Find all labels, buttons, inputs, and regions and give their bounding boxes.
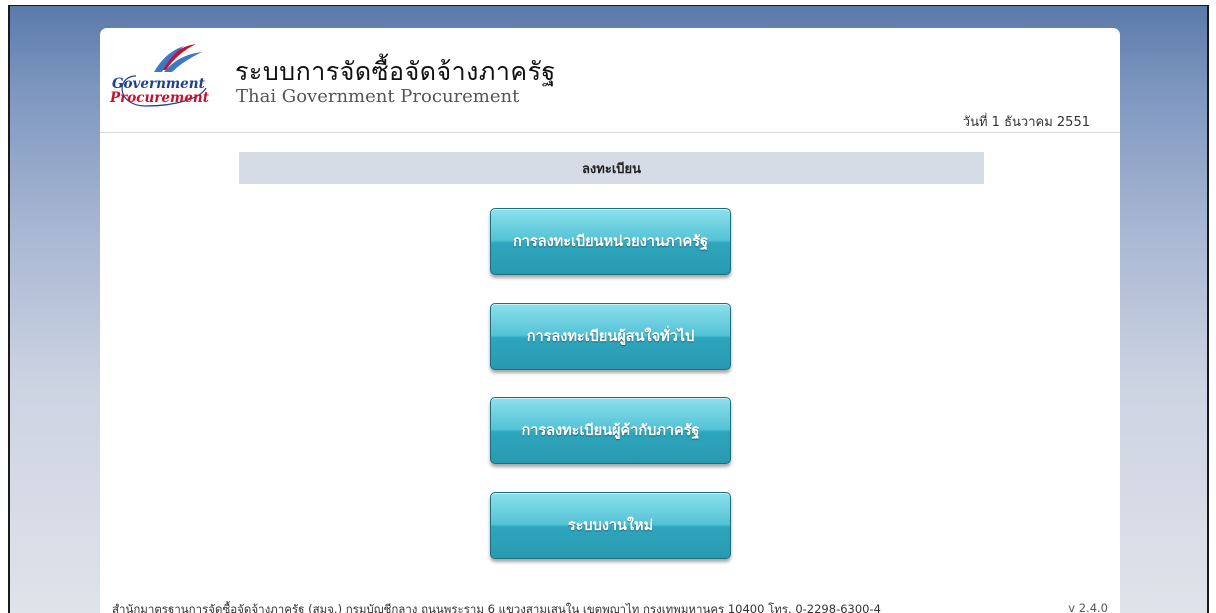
button-label: การลงทะเบียนผู้ค้ากับภาครัฐ — [521, 423, 700, 439]
header-divider — [100, 132, 1120, 133]
main-panel: Government Procurement ระบบการจัดซื้อจัด… — [100, 28, 1120, 613]
register-vendor-button[interactable]: การลงทะเบียนผู้ค้ากับภาครัฐ — [490, 397, 731, 464]
footer-address: สำนักมาตรฐานการจัดซื้อจัดจ้างภาครัฐ (สมจ… — [112, 602, 881, 613]
government-procurement-logo-icon: Government Procurement — [109, 44, 210, 107]
new-system-button[interactable]: ระบบงานใหม่ — [490, 492, 731, 559]
logo[interactable]: Government Procurement — [106, 40, 216, 112]
section-header: ลงทะเบียน — [239, 152, 984, 184]
logo-text-procurement: Procurement — [109, 90, 210, 106]
button-label: การลงทะเบียนผู้สนใจทั่วไป — [526, 329, 695, 345]
button-label: ระบบงานใหม่ — [567, 518, 654, 534]
footer-version: v 2.4.0 — [1068, 601, 1108, 613]
page-background: Government Procurement ระบบการจัดซื้อจัด… — [8, 5, 1209, 613]
register-government-agency-button[interactable]: การลงทะเบียนหน่วยงานภาครัฐ — [490, 208, 731, 275]
button-label: การลงทะเบียนหน่วยงานภาครัฐ — [512, 234, 709, 250]
register-general-public-button[interactable]: การลงทะเบียนผู้สนใจทั่วไป — [490, 303, 731, 370]
current-date: วันที่ 1 ธันวาคม 2551 — [962, 115, 1090, 130]
section-title: ลงทะเบียน — [581, 161, 642, 177]
site-title-english: Thai Government Procurement — [236, 86, 520, 107]
